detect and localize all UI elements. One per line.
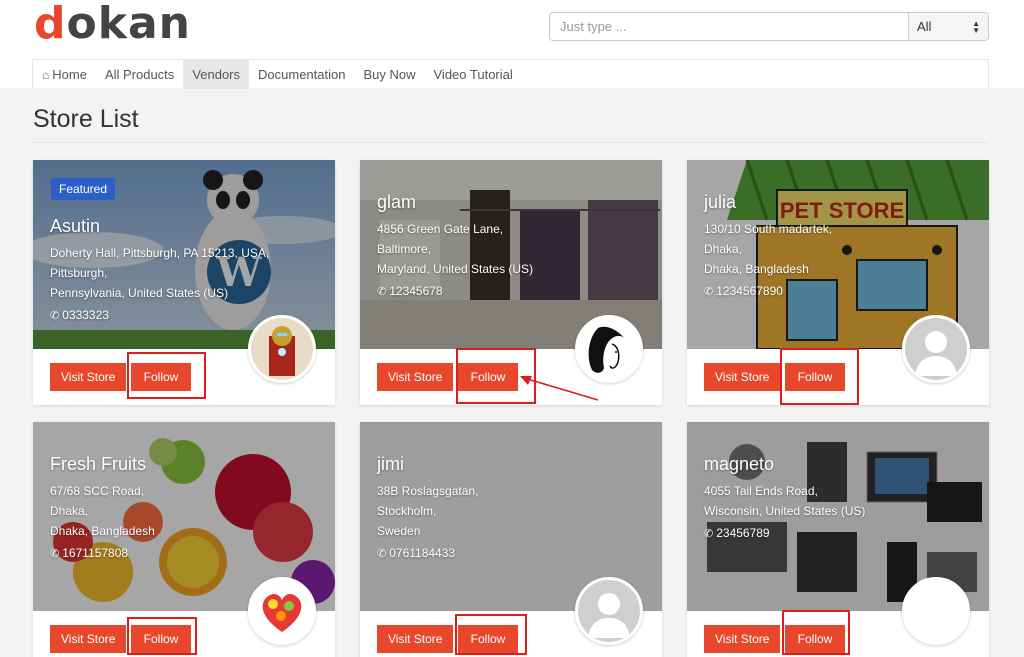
default-user-icon (578, 580, 640, 642)
store-avatar (902, 315, 970, 383)
phone-icon: ✆ (50, 548, 60, 560)
store-address: 130/10 South madartek, Dhaka, Dhaka, Ban… (704, 219, 979, 279)
nav-label: Home (52, 67, 87, 82)
nav-item-video-tutorial[interactable]: Video Tutorial (425, 60, 522, 89)
address-line: 38B Roslagsgatan, (377, 484, 479, 498)
page-title: Store List (33, 105, 139, 133)
address-line: Dhaka, (704, 242, 743, 256)
store-avatar (248, 315, 316, 383)
default-user-icon (905, 318, 967, 380)
phone-number: 1671157808 (62, 546, 129, 560)
divider (33, 142, 989, 143)
annotation-arrow-icon (520, 376, 599, 401)
address-line: Pennsylvania, United States (US) (50, 286, 229, 300)
annotation-highlight (782, 610, 850, 655)
nav-item-buy-now[interactable]: Buy Now (354, 60, 424, 89)
address-line: Doherty Hall, Pittsburgh, PA 15213, USA, (50, 246, 270, 260)
address-line: Wisconsin, United States (US) (704, 504, 866, 518)
phone-number: 23456789 (716, 526, 770, 540)
annotation-highlight (127, 617, 197, 655)
phone-number: 0333323 (62, 308, 109, 322)
store-avatar (248, 577, 316, 645)
select-arrows-icon: ▲ ▼ (972, 18, 980, 35)
store-address: 38B Roslagsgatan, Stockholm, Sweden (377, 481, 652, 541)
visit-store-button[interactable]: Visit Store (50, 363, 127, 391)
home-icon: ⌂ (42, 68, 50, 82)
store-info: jimi 38B Roslagsgatan, Stockholm, Sweden… (377, 422, 652, 564)
store-address: 67/68 SCC Road, Dhaka, Dhaka, Bangladesh (50, 481, 325, 541)
phone-icon: ✆ (377, 286, 387, 298)
store-phone: ✆ 1671157808 (50, 543, 325, 564)
store-name[interactable]: magneto (704, 454, 979, 475)
store-phone: ✆ 1234567890 (704, 281, 979, 302)
store-name[interactable]: Fresh Fruits (50, 454, 325, 475)
phone-icon: ✆ (704, 528, 714, 540)
logo-letter-d: d (34, 0, 67, 49)
dokan-logo[interactable]: dokan (34, 0, 191, 48)
phone-number: 0761184433 (389, 546, 456, 560)
category-select-value: All (917, 19, 932, 34)
address-line: Dhaka, (50, 504, 89, 518)
store-info: Fresh Fruits 67/68 SCC Road, Dhaka, Dhak… (50, 422, 325, 564)
fruit-heart-icon (251, 580, 313, 642)
address-line: Dhaka, Bangladesh (50, 524, 155, 538)
page: dokan All ▲▼ ⌂Home All Products Vendors … (0, 0, 1024, 657)
nav-item-home[interactable]: ⌂ Home (33, 60, 96, 89)
store-address: Doherty Hall, Pittsburgh, PA 15213, USA,… (50, 243, 325, 303)
store-info: julia 130/10 South madartek, Dhaka, Dhak… (704, 160, 979, 302)
annotation-highlight (455, 614, 527, 655)
address-line: Sweden (377, 524, 421, 538)
phone-icon: ✆ (704, 286, 714, 298)
address-line: Pittsburgh, (50, 266, 108, 280)
store-avatar (575, 577, 643, 645)
search-input[interactable] (550, 13, 908, 40)
woman-silhouette-icon (578, 318, 640, 380)
address-line: 4856 Green Gate Lane, (377, 222, 504, 236)
store-name[interactable]: julia (704, 192, 979, 213)
annotation-highlight (127, 352, 206, 399)
store-phone: ✆ 0761184433 (377, 543, 652, 564)
annotation-highlight (780, 348, 859, 405)
store-phone: ✆ 23456789 (704, 523, 979, 544)
address-line: Baltimore, (377, 242, 432, 256)
ironman-avatar-icon (251, 318, 313, 380)
store-address: 4055 Tail Ends Road, Wisconsin, United S… (704, 481, 979, 521)
site-header: dokan All ▲▼ ⌂Home All Products Vendors … (0, 0, 1024, 89)
store-address: 4856 Green Gate Lane, Baltimore, Marylan… (377, 219, 652, 279)
nav-item-all-products[interactable]: All Products (96, 60, 183, 89)
address-line: Dhaka, Bangladesh (704, 262, 809, 276)
category-select[interactable]: All ▲ ▼ (908, 13, 988, 40)
address-line: 4055 Tail Ends Road, (704, 484, 818, 498)
visit-store-button[interactable]: Visit Store (704, 625, 781, 653)
address-line: Maryland, United States (US) (377, 262, 534, 276)
phone-icon: ✆ (50, 310, 60, 322)
search-bar: All ▲▼ (549, 12, 989, 41)
store-info: glam 4856 Green Gate Lane, Baltimore, Ma… (377, 160, 652, 302)
phone-number: 12345678 (389, 284, 443, 298)
visit-store-button[interactable]: Visit Store (377, 625, 454, 653)
store-avatar (902, 577, 970, 645)
store-info: magneto 4055 Tail Ends Road, Wisconsin, … (704, 422, 979, 544)
store-info: Asutin Doherty Hall, Pittsburgh, PA 1521… (50, 160, 325, 326)
phone-number: 1234567890 (716, 284, 783, 298)
store-name[interactable]: glam (377, 192, 652, 213)
address-line: 67/68 SCC Road, (50, 484, 145, 498)
visit-store-button[interactable]: Visit Store (704, 363, 781, 391)
address-line: 130/10 South madartek, (704, 222, 833, 236)
store-phone: ✆ 12345678 (377, 281, 652, 302)
main-nav: ⌂ Home All Products Vendors Documentation… (32, 59, 989, 89)
nav-item-documentation[interactable]: Documentation (249, 60, 354, 89)
store-name[interactable]: jimi (377, 454, 652, 475)
nav-item-vendors[interactable]: Vendors (183, 60, 250, 89)
visit-store-button[interactable]: Visit Store (377, 363, 454, 391)
store-name[interactable]: Asutin (50, 216, 325, 237)
logo-text: okan (66, 0, 192, 49)
phone-icon: ✆ (377, 548, 387, 560)
visit-store-button[interactable]: Visit Store (50, 625, 127, 653)
address-line: Stockholm, (377, 504, 437, 518)
